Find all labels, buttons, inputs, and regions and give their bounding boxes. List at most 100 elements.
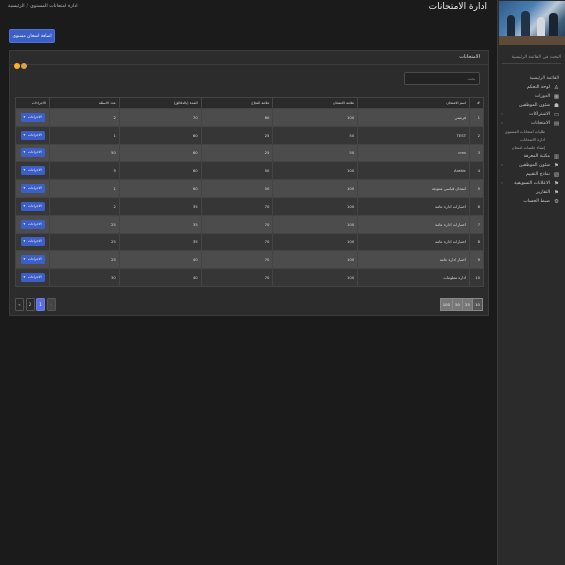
sidebar-item[interactable]: ▭ الاشتراكات ‹ <box>498 110 565 119</box>
caret-down-icon: ▾ <box>23 275 26 280</box>
sidebar-item-label: الاعلانات التسويقية <box>514 181 550 186</box>
cell-name: فرنسي <box>357 108 471 127</box>
actions-label: الاجراءات <box>28 203 42 208</box>
sidebar-subitem[interactable]: طلبات امتحانات المستوى <box>498 128 565 136</box>
cell-index: 5 <box>469 179 484 198</box>
sidebar-item-label: مكتبة المعرفة <box>523 154 550 159</box>
cell-name: امتحان قياسي متنوعة <box>357 179 471 198</box>
table-row: 3 cms 50 25 60 50 ▾ الاجراءات <box>14 143 484 163</box>
pagination-page-2[interactable]: 2 <box>25 298 35 311</box>
cell-pass-mark: 70 <box>200 196 274 216</box>
col-header-question-count[interactable]: عدد الاسئلة <box>49 97 120 109</box>
add-exam-button[interactable]: اضافة امتحان مستوى <box>9 29 55 43</box>
pagination-page-1[interactable]: 1 <box>36 298 45 311</box>
breadcrumb-item-home[interactable]: الرئيسية <box>8 4 25 9</box>
form-icon: ▧ <box>553 171 560 178</box>
col-header-name[interactable]: اسم الامتحان <box>357 97 471 109</box>
pagination-next[interactable]: » <box>46 298 56 311</box>
actions-label: الاجراءات <box>28 239 42 244</box>
cell-index: 7 <box>469 214 484 234</box>
exams-table: # اسم الامتحان علامة الامتحان علامة النج… <box>14 97 484 287</box>
cell-exam-mark: 100 <box>272 214 359 234</box>
card-header: الامتحانات <box>10 51 488 69</box>
collapse-icon[interactable] <box>14 63 20 69</box>
cell-duration: 70 <box>118 108 202 127</box>
cell-exam-mark: 50 <box>272 143 359 163</box>
table-header-row: # اسم الامتحان علامة الامتحان علامة النج… <box>14 97 484 109</box>
caret-down-icon: ▾ <box>23 168 26 173</box>
cell-index: 2 <box>469 125 484 145</box>
actions-label: الاجراءات <box>28 275 42 280</box>
actions-dropdown-button[interactable]: ▾ الاجراءات <box>20 255 45 265</box>
cell-index: 1 <box>469 108 484 127</box>
cell-question-count: 25 <box>49 214 120 234</box>
actions-dropdown-button[interactable]: ▾ الاجراءات <box>20 148 45 158</box>
table-row: 8 اختبارات ادارة عامة 100 70 35 25 ▾ الاجراءات <box>14 232 484 252</box>
settings-icon[interactable] <box>21 63 27 69</box>
cell-exam-mark: 100 <box>272 196 359 216</box>
sidebar-item[interactable]: ⚙ ضبط الحساب <box>498 197 565 206</box>
page-size-100[interactable]: 100 <box>439 298 453 311</box>
col-header-exam-mark[interactable]: علامة الامتحان <box>272 97 359 109</box>
actions-dropdown-button[interactable]: ▾ الاجراءات <box>20 112 45 122</box>
sidebar-item[interactable]: ⚑ شئون الموظفين ‹ <box>498 161 565 170</box>
sidebar-item[interactable]: ▧ نماذج التقييم <box>498 170 565 179</box>
cell-name: اختبارات ادارة عامة <box>357 214 471 234</box>
cell-index: 10 <box>469 268 484 287</box>
col-header-duration[interactable]: المدة (بالدقائق) <box>118 97 202 109</box>
col-header-pass-mark[interactable]: علامة النجاح <box>200 97 274 109</box>
sidebar-subitem[interactable]: إنشاء جلسات امتحان <box>498 144 565 152</box>
actions-dropdown-button[interactable]: ▾ الاجراءات <box>20 219 45 229</box>
table-row: 9 اختبار ادارة عامة 100 70 40 25 ▾ الاجراءات <box>14 250 484 270</box>
table-row: 1 فرنسي 100 60 70 2 ▾ الاجراءات <box>14 108 484 127</box>
cell-question-count: 5 <box>49 161 120 181</box>
breadcrumb: ادارة امتحانات المستوى/الرئيسية <box>8 4 78 9</box>
actions-dropdown-button[interactable]: ▾ الاجراءات <box>20 184 45 194</box>
cell-question-count: 30 <box>49 268 120 287</box>
actions-dropdown-button[interactable]: ▾ الاجراءات <box>20 237 45 247</box>
sidebar-item-label: شئون الموظفين <box>518 103 550 108</box>
sidebar-item[interactable]: ⚑ التقارير <box>498 188 565 197</box>
actions-dropdown-button[interactable]: ▾ الاجراءات <box>20 166 45 176</box>
sidebar-item-label: شئون الموظفين <box>518 163 550 168</box>
sidebar-item-label: الاشتراكات <box>529 112 550 117</box>
caret-down-icon: ▾ <box>23 239 26 244</box>
cell-duration: 35 <box>118 196 202 216</box>
actions-dropdown-button[interactable]: ▾ الاجراءات <box>20 273 45 283</box>
sidebar-subitem[interactable]: ادارة الامتحانات <box>498 136 565 144</box>
cell-exam-mark: 100 <box>272 232 359 252</box>
sidebar-banner-image <box>499 1 565 45</box>
cell-actions: ▾ الاجراءات <box>14 268 51 287</box>
sidebar-item[interactable]: ⚑ الاعلانات التسويقية ‹ <box>498 179 565 188</box>
page-title: ادارة الامتحانات <box>428 2 487 12</box>
col-header-index[interactable]: # <box>469 97 484 109</box>
table-row: 6 اختبارات ادارة عامة 100 70 35 2 ▾ الاجراءات <box>14 196 484 216</box>
cell-duration: 35 <box>118 214 202 234</box>
cell-actions: ▾ الاجراءات <box>14 125 51 145</box>
sidebar-item[interactable]: ▦ الدورات <box>498 92 565 101</box>
cell-pass-mark: 25 <box>200 125 274 145</box>
actions-dropdown-button[interactable]: ▾ الاجراءات <box>20 201 45 211</box>
actions-dropdown-button[interactable]: ▾ الاجراءات <box>20 130 45 140</box>
table-row: 10 ادارة معلومات 100 70 40 30 ▾ الاجراءات <box>14 268 484 287</box>
sidebar-item[interactable]: ▤ الامتحانات ‹ <box>498 119 565 128</box>
cell-duration: 60 <box>118 161 202 181</box>
pagination-prev[interactable]: « <box>15 298 24 311</box>
caret-down-icon: ▾ <box>23 132 26 137</box>
table-search-input[interactable]: بحث <box>404 72 480 85</box>
cell-question-count: 2 <box>49 196 120 216</box>
cell-name: Arabic <box>357 161 471 181</box>
page-size-10[interactable]: 10 <box>472 298 483 311</box>
sidebar-item[interactable]: ☗ شئون الموظفين <box>498 101 565 110</box>
breadcrumb-item[interactable]: ادارة امتحانات المستوى <box>30 4 77 9</box>
col-header-actions: الاجراءات <box>14 97 51 109</box>
sidebar-item[interactable]: ♙ لوحة التحكم <box>498 83 565 92</box>
cell-pass-mark: 50 <box>200 161 274 181</box>
sidebar-search-input[interactable]: البحث في القائمة الرئيسية <box>502 55 561 64</box>
sidebar-item[interactable]: ▥ مكتبة المعرفة <box>498 152 565 161</box>
cell-question-count: 1 <box>49 125 120 145</box>
cell-exam-mark: 100 <box>272 161 359 181</box>
page: ادارة امتحانات المستوى/الرئيسية ادارة ال… <box>0 0 565 565</box>
flag-icon: ⚑ <box>554 162 559 169</box>
caret-down-icon: ▾ <box>23 257 26 262</box>
